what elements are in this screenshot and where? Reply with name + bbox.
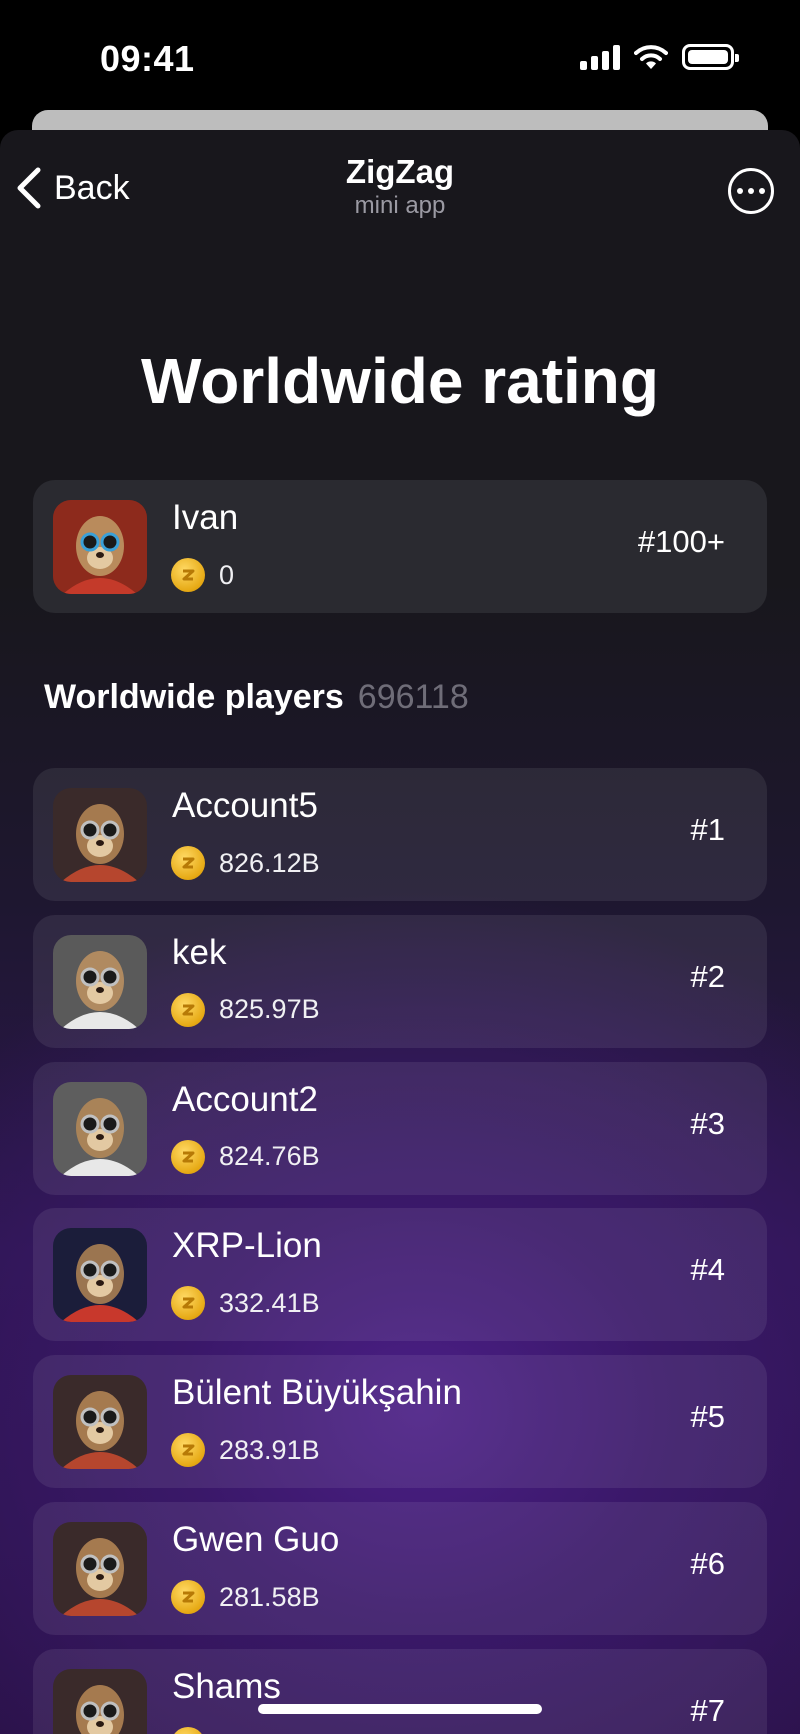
- back-button[interactable]: Back: [14, 158, 130, 218]
- my-rating-card[interactable]: Ivan 0 #100+: [33, 480, 767, 613]
- player-row[interactable]: Bülent Büyükşahin 283.91B #5: [33, 1355, 767, 1489]
- avatar: [53, 1668, 147, 1734]
- coin-icon: [171, 846, 205, 880]
- battery-icon: [682, 44, 739, 70]
- player-name: Shams: [172, 1666, 281, 1706]
- coin-icon: [171, 1580, 205, 1614]
- player-score: 332.41B: [219, 1287, 320, 1318]
- avatar: [53, 1375, 147, 1470]
- nav-title-block: ZigZag mini app: [200, 152, 600, 220]
- back-label: Back: [54, 168, 130, 207]
- signal-icon: [580, 44, 620, 70]
- nav-bar: Back ZigZag mini app: [0, 130, 800, 240]
- player-score: 0: [219, 559, 235, 590]
- player-score: 825.97B: [219, 994, 320, 1025]
- score-row: 0: [171, 558, 234, 592]
- player-row[interactable]: kek 825.97B #2: [33, 914, 767, 1048]
- coin-icon: [171, 1286, 205, 1321]
- player-score: 283.91B: [219, 1434, 320, 1465]
- page-title: Worldwide rating: [141, 345, 659, 417]
- player-name: Ivan: [172, 498, 239, 537]
- player-rank: #5: [690, 1399, 725, 1435]
- player-name: kek: [172, 932, 227, 972]
- player-rank: #4: [690, 1252, 725, 1288]
- player-row[interactable]: Shams #7: [33, 1648, 767, 1734]
- back-chevron-icon: [17, 167, 41, 209]
- status-icons: [580, 44, 739, 70]
- player-rank: #3: [690, 1105, 725, 1141]
- avatar-meerkat-icon: [53, 500, 147, 594]
- wifi-icon: [634, 45, 668, 69]
- player-score: 824.76B: [219, 1141, 320, 1172]
- player-name: Bülent Büyükşahin: [172, 1373, 462, 1413]
- avatar: [53, 1228, 147, 1323]
- section-title: Worldwide players: [44, 678, 344, 716]
- avatar-meerkat-icon: [53, 1081, 147, 1176]
- coin-icon: [171, 1139, 205, 1174]
- avatar-meerkat-icon: [53, 1668, 147, 1734]
- coin-icon: [171, 1726, 205, 1734]
- player-rank: #2: [690, 958, 725, 994]
- player-score: 281.58B: [219, 1581, 320, 1612]
- section-header: Worldwide players 696118: [44, 678, 469, 717]
- player-name: Account2: [172, 1079, 318, 1119]
- score-row: 826.12B: [171, 846, 320, 880]
- nav-title: ZigZag: [345, 153, 455, 190]
- nav-subtitle: mini app: [354, 192, 446, 219]
- avatar: [53, 788, 147, 882]
- player-row[interactable]: XRP-Lion 332.41B #4: [33, 1208, 767, 1342]
- score-row: 283.91B: [171, 1433, 320, 1468]
- score-row: 332.41B: [171, 1286, 320, 1321]
- avatar-meerkat-icon: [53, 1522, 147, 1616]
- app-screen: 09:41 Back ZigZag mini app Worldwide rat…: [0, 0, 800, 1734]
- home-indicator: [258, 1704, 542, 1714]
- coin-icon: [171, 1433, 205, 1468]
- player-name: Account5: [172, 786, 318, 825]
- player-rank: #1: [690, 812, 725, 847]
- player-name: Gwen Guo: [172, 1520, 340, 1559]
- more-icon-dot: [759, 188, 765, 194]
- status-bar: 09:41: [0, 0, 800, 110]
- player-rank: #100+: [637, 524, 725, 559]
- avatar-meerkat-icon: [53, 1228, 147, 1323]
- mini-app-sheet: Back ZigZag mini app Worldwide rating Iv…: [0, 130, 800, 1734]
- player-row[interactable]: Account5 826.12B #1: [33, 768, 767, 901]
- avatar-meerkat-icon: [53, 1375, 147, 1470]
- player-rank: #7: [690, 1692, 725, 1728]
- more-button[interactable]: [728, 168, 774, 214]
- score-row: 824.76B: [171, 1139, 320, 1174]
- more-icon-dot: [748, 188, 754, 194]
- coin-icon: [171, 992, 205, 1027]
- avatar-meerkat-icon: [53, 934, 147, 1029]
- player-rank: #6: [690, 1546, 725, 1581]
- score-row: 281.58B: [171, 1580, 320, 1614]
- player-row[interactable]: Gwen Guo 281.58B #6: [33, 1502, 767, 1635]
- score-row: 825.97B: [171, 992, 320, 1027]
- more-icon: [737, 188, 743, 194]
- avatar: [53, 500, 147, 594]
- avatar-meerkat-icon: [53, 788, 147, 882]
- player-name: XRP-Lion: [172, 1226, 322, 1266]
- avatar: [53, 1081, 147, 1176]
- avatar: [53, 1522, 147, 1616]
- score-row: [171, 1726, 219, 1734]
- coin-icon: [171, 558, 205, 592]
- players-count: 696118: [357, 678, 469, 716]
- player-row[interactable]: Account2 824.76B #3: [33, 1061, 767, 1195]
- status-time: 09:41: [100, 38, 195, 79]
- avatar: [53, 934, 147, 1029]
- player-score: 826.12B: [219, 847, 320, 878]
